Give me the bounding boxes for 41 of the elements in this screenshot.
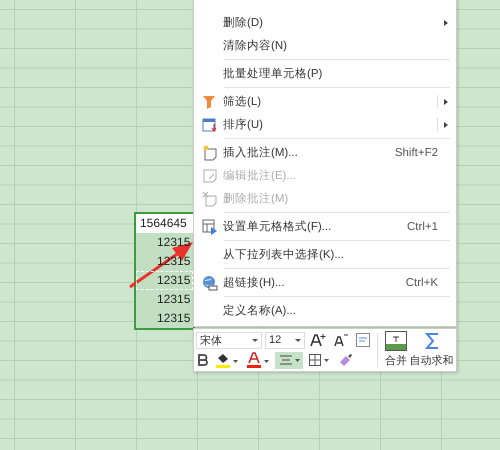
sigma-icon [424,331,440,351]
shortcut-label: Ctrl+1 [407,220,438,232]
menu-item[interactable]: 筛选(L) [194,90,456,113]
menu-item[interactable]: 批量处理单元格(P) [194,62,456,85]
autosum-button[interactable]: 自动求和 [409,331,454,369]
shortcut-label: Ctrl+K [406,276,438,288]
menu-item[interactable]: 设置单元格格式(F)... Ctrl+1 [194,215,456,238]
table-cell: 1564645 [136,214,193,233]
size-dropdown[interactable]: 12 [265,332,305,348]
sort-icon [202,116,218,132]
globe-icon [202,274,218,290]
submenu-arrow-icon [444,20,448,26]
menu-item[interactable]: 删除(D) [194,11,456,34]
table-cell-text: 12315 [156,291,192,308]
table-cell-text: 12315 [156,310,192,327]
format-cells-icon [202,218,218,234]
merge-cells-icon [385,331,408,351]
submenu-arrow-icon [444,122,448,128]
caret-icon [295,338,301,342]
shortcut-label: Shift+F2 [394,146,438,158]
caret-icon [252,338,258,342]
font-color-button[interactable] [244,352,272,368]
merge-button[interactable]: 合并 [382,331,410,369]
menu-item[interactable]: 插入批注(M)... Shift+F2 [194,141,456,164]
menu-item[interactable]: 超链接(H)... Ctrl+K [194,271,456,294]
funnel-icon [202,94,218,110]
align-center-button[interactable] [275,352,303,368]
table-cell-text: 12315 [156,234,192,251]
bold-button[interactable] [196,352,210,368]
menu-item[interactable]: 清除内容(N) [194,34,456,57]
delete-note-icon [202,190,218,206]
menu-item[interactable]: 排序(U) [194,113,456,136]
font-dropdown[interactable]: 宋体 [196,332,262,348]
submenu-arrow-icon [444,98,448,104]
note-icon [202,144,218,160]
menu-item[interactable]: 定义名称(A)... [194,299,456,322]
fill-color-button[interactable] [213,352,241,368]
grow-font-button[interactable] [308,332,328,348]
edit-note-icon [202,168,218,184]
table-cell: 12315 [136,271,193,290]
menu-item[interactable]: 从下拉列表中选择(K)... [194,243,456,266]
